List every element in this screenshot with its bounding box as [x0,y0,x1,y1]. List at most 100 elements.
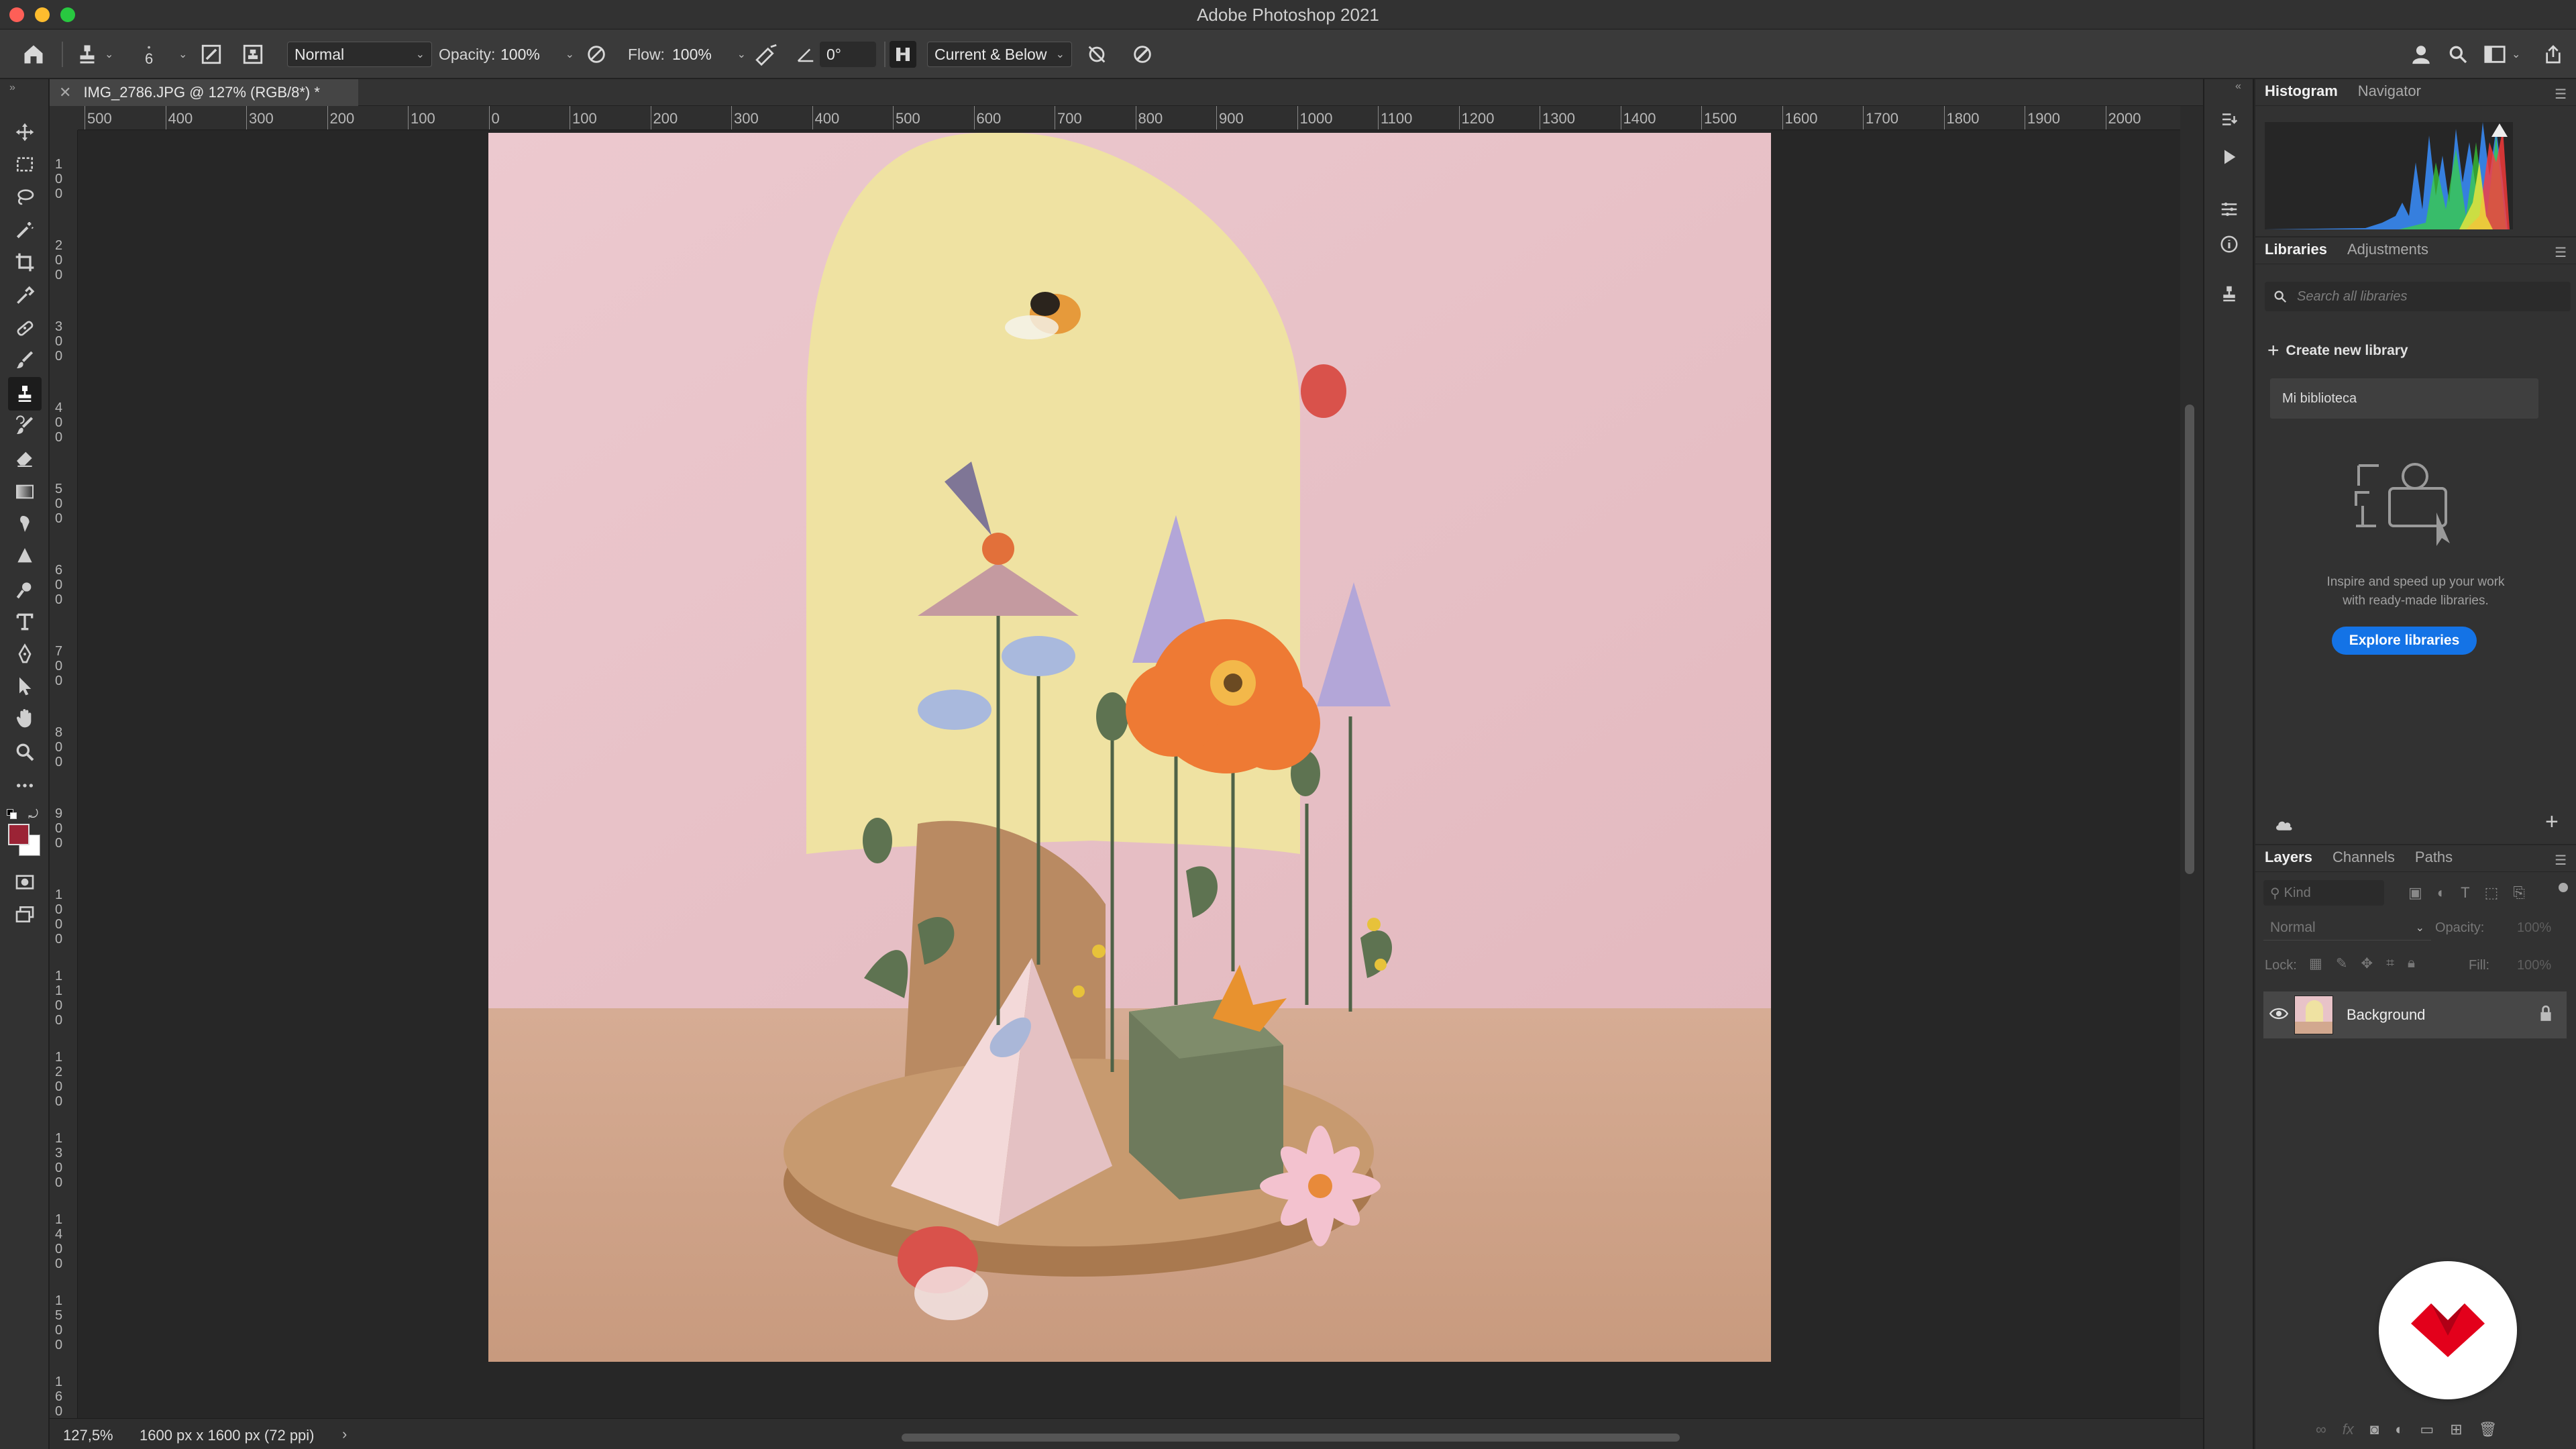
libraries-panel-menu-icon[interactable]: ☰ [2555,244,2567,266]
dodge-tool-icon[interactable] [11,542,39,570]
new-layer-icon[interactable]: ⊞ [2450,1421,2462,1438]
pressure-size-icon[interactable] [1131,30,1154,79]
workspace-switcher-icon[interactable]: ⌄ [2483,30,2520,79]
cloud-sync-icon[interactable] [2274,816,2294,837]
status-menu-chevron-icon[interactable]: › [342,1426,347,1443]
layer-kind-filter[interactable]: ⚲ Kind [2263,880,2384,906]
tab-adjustments[interactable]: Adjustments [2347,241,2428,264]
link-layers-icon[interactable]: ∞ [2316,1421,2326,1438]
tab-paths[interactable]: Paths [2415,849,2453,871]
brush-tool-icon[interactable] [11,346,39,374]
history-brush-tool-icon[interactable] [11,412,39,440]
sample-select[interactable]: Current & Below ⌄ [927,30,1072,79]
ignore-adjustment-layers-icon[interactable] [1085,30,1108,79]
horizontal-scroll-thumb[interactable] [902,1434,1680,1442]
zoom-level[interactable]: 127,5% [63,1427,113,1444]
share-user-icon[interactable] [2410,30,2432,79]
angle-input[interactable]: 0° [820,30,876,79]
document-image[interactable] [488,133,1771,1362]
tab-libraries[interactable]: Libraries [2265,241,2327,264]
layer-row-background[interactable]: Background [2263,991,2567,1038]
pixel-filter-icon[interactable]: ▣ [2408,884,2422,902]
crop-tool-icon[interactable] [11,248,39,276]
eye-icon[interactable] [2263,1007,2294,1024]
vertical-ruler[interactable]: 1 0 0 2 0 0 3 0 0 4 0 0 5 0 0 6 0 0 7 0 0 8 0 0… [50,130,78,1418]
quick-mask-icon[interactable] [11,868,39,896]
lock-all-icon[interactable]: 🔒︎ [2408,955,2415,972]
clone-source-panel-icon[interactable] [2216,280,2243,307]
tab-histogram[interactable]: Histogram [2265,83,2338,105]
smudge-tool-icon[interactable] [11,510,39,538]
layer-filter-icons[interactable]: ▣ ◐ T ⬚ ⎘ [2408,884,2525,902]
adjustment-layer-icon[interactable]: ◐ [2395,1421,2404,1438]
layers-panel-menu-icon[interactable]: ☰ [2555,852,2567,874]
actions-panel-icon[interactable] [2216,144,2243,170]
screen-mode-icon[interactable] [11,900,39,928]
tab-channels[interactable]: Channels [2332,849,2395,871]
new-group-icon[interactable]: ▭ [2420,1421,2434,1438]
home-icon[interactable] [21,30,46,79]
delete-layer-icon[interactable]: 🗑︎ [2479,1421,2498,1438]
lock-artboard-icon[interactable]: ⌗ [2386,955,2394,972]
lock-transparent-icon[interactable]: ▦ [2309,955,2322,972]
add-library-icon[interactable]: + [2545,809,2559,835]
tool-preset-picker[interactable]: ⌄ [75,30,113,79]
layer-fill-value[interactable]: 100% [2517,958,2551,973]
lasso-tool-icon[interactable] [11,182,39,211]
type-filter-icon[interactable]: T [2461,884,2469,902]
library-item[interactable]: Mi biblioteca [2270,378,2538,419]
gradient-tool-icon[interactable] [11,478,39,506]
eyedropper-tool-icon[interactable] [11,282,39,310]
hand-tool-icon[interactable] [11,704,39,733]
more-tools-icon[interactable] [11,771,39,800]
healing-brush-tool-icon[interactable] [11,314,39,342]
ruler-origin[interactable] [50,106,78,130]
clone-source-icon[interactable] [241,30,264,79]
vertical-scrollbar[interactable] [2180,106,2203,1418]
tab-navigator[interactable]: Navigator [2358,83,2421,105]
lock-pixels-icon[interactable]: ✎ [2336,955,2348,972]
mode-select[interactable]: Normal ⌄ [287,30,432,79]
tab-layers[interactable]: Layers [2265,849,2312,871]
type-tool-icon[interactable] [11,608,39,636]
lock-position-icon[interactable]: ✥ [2361,955,2373,972]
filter-toggle-icon[interactable] [2559,883,2568,892]
smart-object-filter-icon[interactable]: ⎘ [2513,884,2525,902]
close-tab-icon[interactable]: ✕ [59,84,71,101]
horizontal-ruler[interactable]: 500 400 300 200 100 0 100 200 300 400 500 600 700 800… [78,106,2180,130]
panel-menu-icon[interactable]: ☰ [2555,86,2567,108]
layer-opacity-value[interactable]: 100% [2517,920,2551,936]
library-search-field[interactable]: Search all libraries [2265,282,2571,311]
default-colors-icon[interactable] [7,809,17,820]
path-selection-tool-icon[interactable] [11,672,39,700]
layer-lock-icon[interactable] [2538,1005,2553,1026]
share-icon[interactable] [2542,30,2564,79]
pen-tool-icon[interactable] [11,576,39,604]
flow-input[interactable]: 100% ⌄ [672,30,746,79]
zoom-tool-icon[interactable] [11,738,39,766]
adjustment-filter-icon[interactable]: ◐ [2437,884,2446,902]
brush-size-picker[interactable]: • 6 [145,30,153,79]
eraser-tool-icon[interactable] [11,444,39,472]
marquee-tool-icon[interactable] [11,150,39,178]
layer-blend-mode-select[interactable]: Normal ⌄ [2263,915,2431,941]
layer-mask-icon[interactable]: ◙ [2370,1421,2379,1438]
swap-colors-icon[interactable]: ⤾ [28,808,38,822]
foreground-color-swatch[interactable] [8,824,30,845]
shape-filter-icon[interactable]: ⬚ [2485,884,2499,902]
explore-libraries-button[interactable]: Explore libraries [2332,627,2477,655]
document-tab[interactable]: ✕ IMG_2786.JPG @ 127% (RGB/8*) * [50,79,358,106]
history-panel-icon[interactable] [2216,106,2243,133]
create-library-button[interactable]: + Create new library [2267,339,2408,362]
magic-wand-tool-icon[interactable] [11,216,39,244]
airbrush-icon[interactable] [754,30,778,79]
path-pen-tool-icon[interactable] [11,640,39,668]
aligned-toggle-icon[interactable] [890,30,916,79]
brush-settings-icon[interactable] [200,30,223,79]
search-icon[interactable] [2447,30,2469,79]
layer-style-icon[interactable]: fx [2343,1421,2354,1438]
info-panel-icon[interactable] [2216,231,2243,258]
properties-panel-icon[interactable] [2216,196,2243,223]
clone-stamp-tool-icon[interactable] [8,377,42,411]
opacity-input[interactable]: 100% ⌄ [500,30,574,79]
